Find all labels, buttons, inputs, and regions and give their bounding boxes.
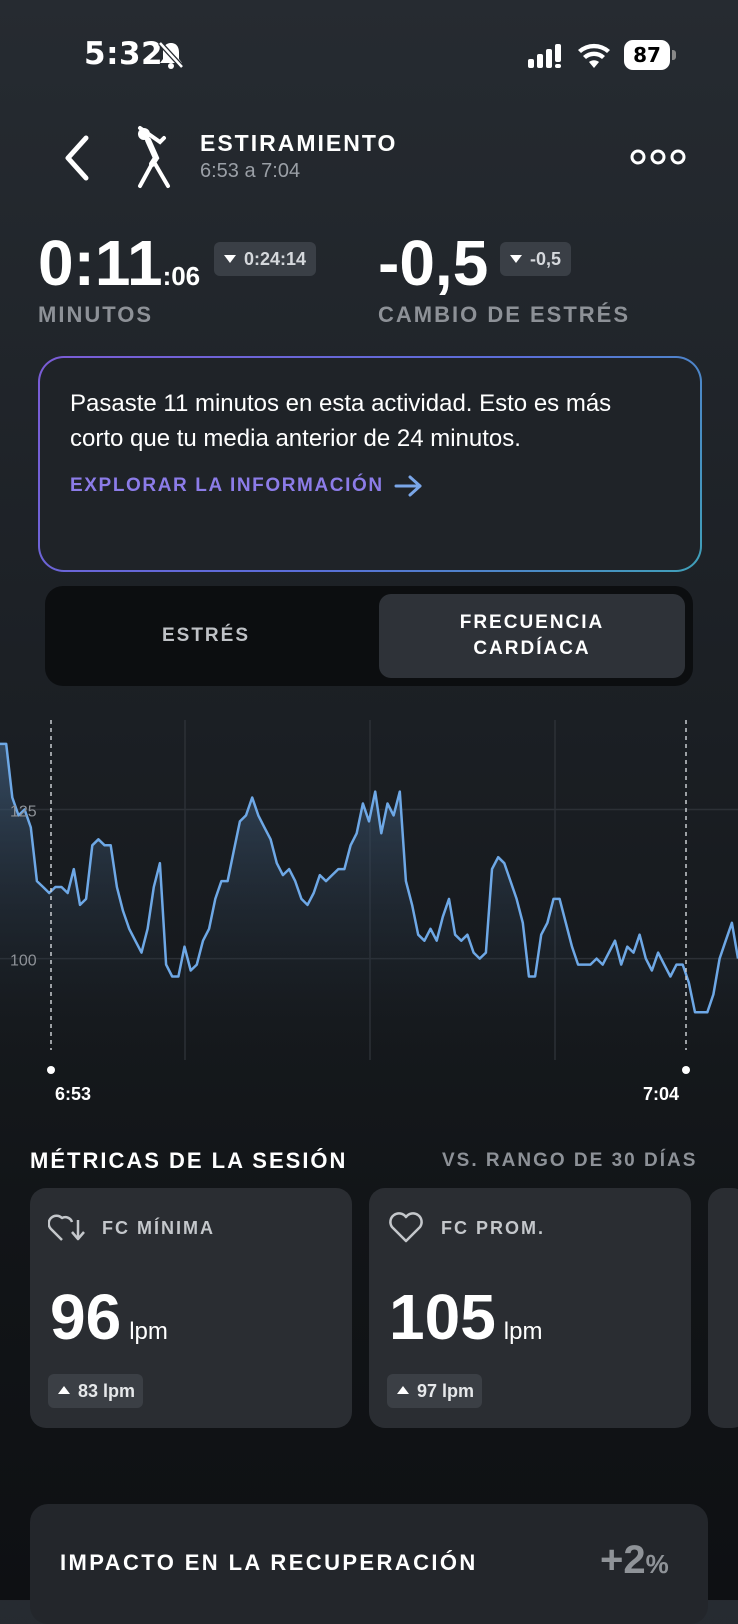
- chart-y-tick-100: 100: [10, 953, 37, 970]
- recovery-impact-percent: %: [645, 1549, 669, 1579]
- recovery-impact-title: IMPACTO EN LA RECUPERACIÓN: [60, 1550, 478, 1575]
- avg-hr-card[interactable]: FC PROM. 105 lpm 97 lpm: [369, 1188, 691, 1428]
- chart-start-dot: [47, 1066, 55, 1074]
- stress-label: CAMBIO DE ESTRÉS: [378, 302, 631, 327]
- insight-card: Pasaste 11 minutos en esta actividad. Es…: [38, 356, 702, 572]
- cellular-signal-icon: [528, 44, 561, 68]
- chart-area-fill: [0, 743, 738, 1060]
- down-triangle-icon: [510, 255, 522, 263]
- min-hr-value: 96 lpm: [50, 1280, 168, 1354]
- stress-change-value: -0,5: [378, 227, 489, 299]
- session-metrics-title: MÉTRICAS DE LA SESIÓN: [30, 1148, 348, 1173]
- insight-text: Pasaste 11 minutos en esta actividad. Es…: [70, 390, 612, 452]
- stretching-activity-icon: [138, 126, 170, 188]
- min-hr-number: 96: [50, 1281, 122, 1353]
- activity-time-range: 6:53 a 7:04: [200, 160, 301, 182]
- chart-end-dot: [682, 1066, 690, 1074]
- arrow-right-icon: [394, 475, 422, 497]
- tab-heart-rate[interactable]: FRECUENCIA CARDÍACA: [379, 594, 685, 678]
- activity-title: ESTIRAMIENTO: [200, 130, 398, 156]
- status-time: 5:32: [84, 36, 164, 72]
- comparison-range-label[interactable]: VS. RANGO DE 30 DÍAS: [442, 1150, 697, 1172]
- avg-hr-range-chip: 97 lpm: [387, 1374, 483, 1408]
- more-options-icon[interactable]: [630, 142, 686, 172]
- status-bar: 5:32 87: [0, 0, 738, 110]
- heart-icon: [389, 1212, 423, 1243]
- heart-down-icon: [48, 1214, 85, 1241]
- chart-type-toggle: ESTRÉS FRECUENCIA CARDÍACA: [45, 586, 693, 686]
- explore-insight-link[interactable]: EXPLORAR LA INFORMACIÓN: [70, 474, 670, 498]
- battery-indicator: 87: [624, 40, 676, 70]
- chart-y-tick-125: 125: [10, 803, 37, 820]
- min-hr-unit: lpm: [129, 1318, 168, 1345]
- avg-hr-label: FC PROM.: [441, 1218, 545, 1238]
- duration-chip-value: 0:24:14: [244, 249, 307, 269]
- duration-seconds: :06: [162, 261, 201, 291]
- up-triangle-icon: [58, 1386, 70, 1394]
- down-triangle-icon: [224, 255, 236, 263]
- heart-rate-chart: 125 100 6:53 7:04: [0, 720, 738, 1104]
- tab-stress[interactable]: ESTRÉS: [53, 594, 359, 678]
- stress-chip-value: -0,5: [530, 249, 562, 269]
- back-arrow-icon[interactable]: [58, 130, 98, 186]
- avg-hr-unit: lpm: [503, 1318, 543, 1345]
- duration-label: MINUTOS: [38, 302, 154, 327]
- min-hr-range-chip: 83 lpm: [48, 1374, 144, 1408]
- tab-heart-rate-label: FRECUENCIA CARDÍACA: [459, 612, 605, 659]
- next-metric-card-partial[interactable]: [708, 1188, 738, 1428]
- battery-tip: [672, 50, 676, 60]
- chart-end-time-label: 7:04: [643, 1084, 679, 1104]
- duration-comparison-chip: 0:24:14: [214, 242, 317, 276]
- activity-header: ESTIRAMIENTO 6:53 a 7:04: [0, 120, 738, 200]
- stress-comparison-chip: -0,5: [500, 242, 572, 276]
- insight-card-body: Pasaste 11 minutos en esta actividad. Es…: [40, 358, 700, 570]
- stress-metric: -0,5: [378, 228, 488, 298]
- chart-start-time-label: 6:53: [55, 1084, 91, 1104]
- min-hr-range-value: 83 lpm: [78, 1381, 136, 1401]
- battery-level: 87: [624, 40, 670, 70]
- avg-hr-number: 105: [389, 1281, 496, 1353]
- recovery-impact-value: +2%: [600, 1538, 669, 1583]
- recovery-impact-number: +2: [600, 1538, 646, 1582]
- recovery-impact-card[interactable]: IMPACTO EN LA RECUPERACIÓN +2%: [30, 1504, 708, 1624]
- min-hr-card[interactable]: FC MÍNIMA 96 lpm 83 lpm: [30, 1188, 352, 1428]
- min-hr-label: FC MÍNIMA: [102, 1218, 215, 1238]
- wifi-icon: [578, 43, 610, 68]
- bell-off-icon: [158, 41, 184, 69]
- avg-hr-range-value: 97 lpm: [417, 1381, 475, 1401]
- avg-hr-value: 105 lpm: [389, 1280, 542, 1354]
- up-triangle-icon: [397, 1386, 409, 1394]
- explore-insight-label: EXPLORAR LA INFORMACIÓN: [70, 475, 384, 496]
- duration-metric: 0:11:06: [38, 228, 200, 298]
- duration-value: 0:11: [38, 227, 163, 299]
